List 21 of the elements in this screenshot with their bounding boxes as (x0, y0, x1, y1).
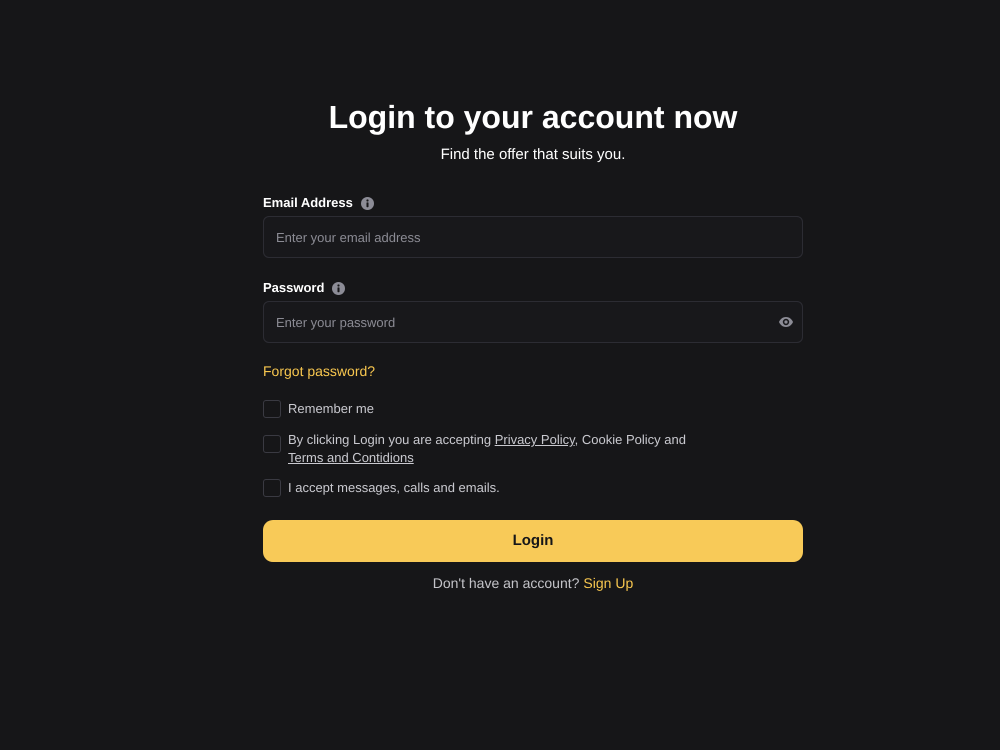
sign-up-link[interactable]: Sign Up (583, 573, 634, 593)
password-field[interactable]: Enter your password (263, 301, 803, 343)
checkbox-label: By clicking Login you are accepting Privacy Policy, Cookie Policy and Terms and Contidions (288, 431, 687, 467)
checkbox[interactable] (263, 479, 281, 497)
policy-link[interactable]: Terms and Contidions (288, 450, 414, 465)
page-title: Login to your account now (328, 98, 738, 137)
checkbox[interactable] (263, 435, 281, 453)
checkbox-label: Remember me (288, 400, 374, 418)
page-subtitle: Find the offer that suits you. (440, 145, 626, 165)
forgot-password-link[interactable]: Forgot password? (263, 361, 376, 381)
field-label: Email Address (263, 194, 353, 212)
checkbox[interactable] (263, 400, 281, 418)
email-field[interactable]: Enter your email address (263, 216, 803, 258)
policy-link[interactable]: Privacy Policy (494, 432, 575, 447)
info-icon (360, 196, 374, 210)
signup-prompt: Don't have an account? (432, 574, 580, 593)
login-button[interactable]: Login (263, 520, 803, 562)
eye-icon[interactable] (779, 317, 793, 327)
info-icon (332, 282, 346, 294)
field-label: Password (263, 279, 324, 297)
checkbox-label: I accept messages, calls and emails. (288, 479, 500, 497)
